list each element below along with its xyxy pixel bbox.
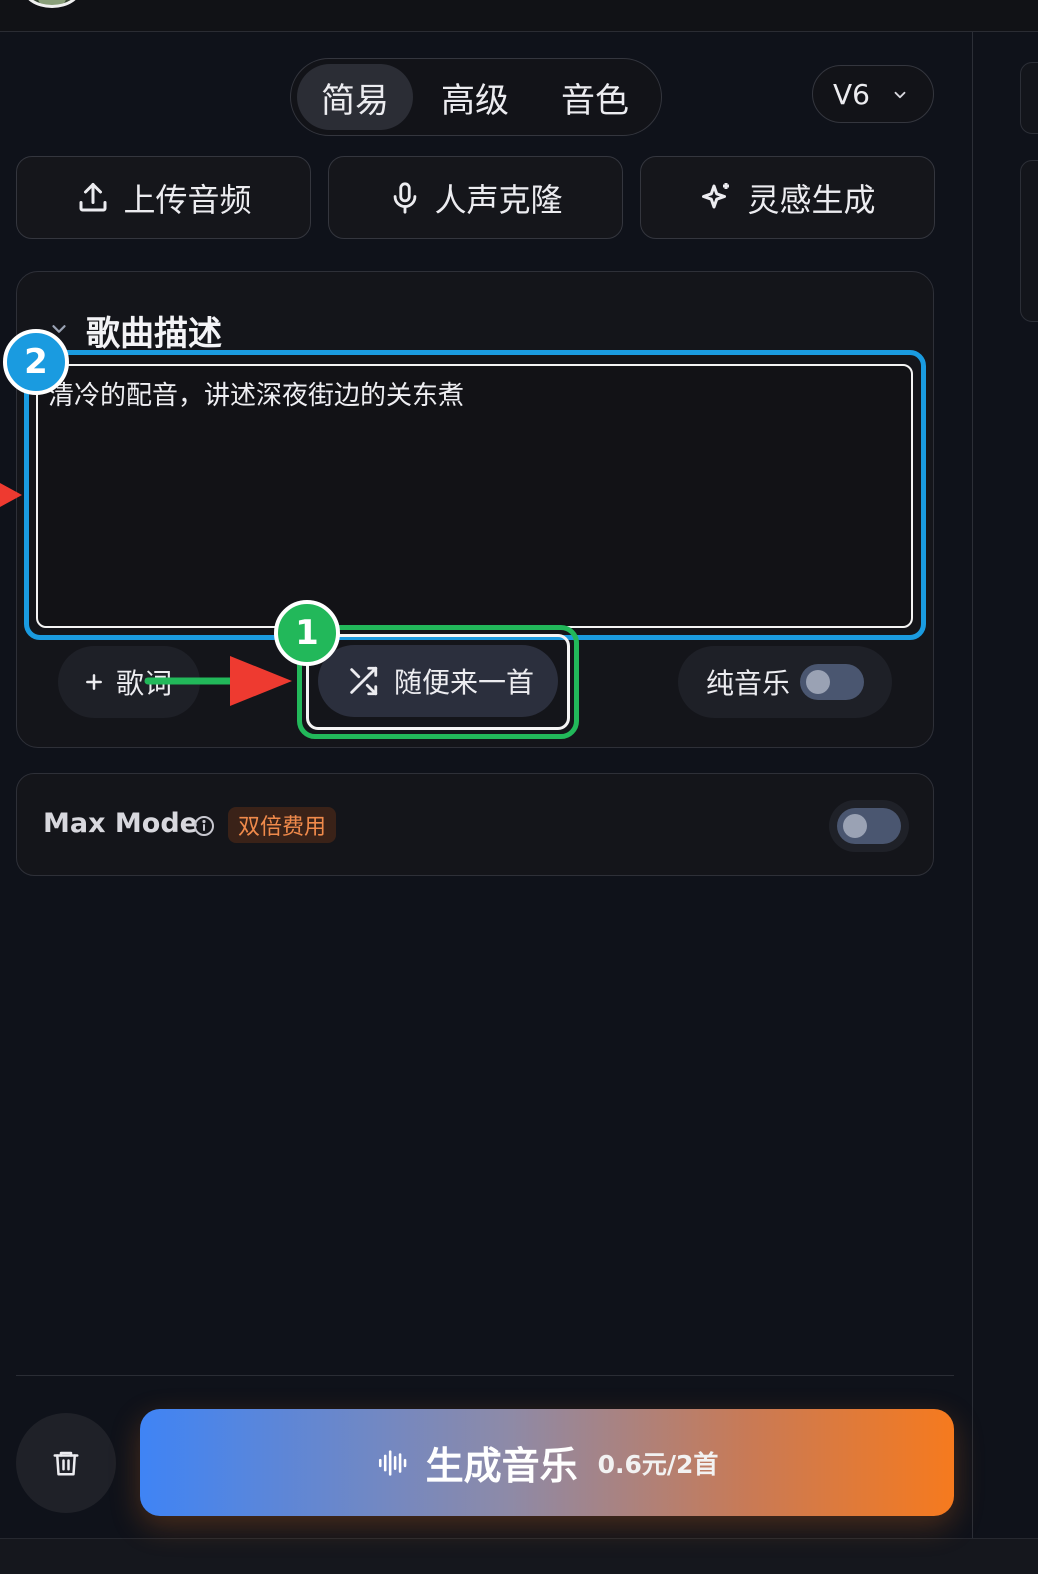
info-icon[interactable] [192,814,216,838]
upload-audio-button[interactable]: 上传音频 [16,156,311,239]
max-mode-toggle-wrap [829,800,909,852]
trash-icon [53,1451,79,1476]
shuffle-icon [350,666,378,696]
generate-music-label: 生成音乐 [425,1444,578,1488]
generate-price-label: 0.6元/2首 [597,1449,719,1479]
song-description-title: 歌曲描述 [86,314,222,354]
version-select[interactable]: V6 [812,65,934,123]
toggle-knob [843,814,867,838]
right-panel-card [1020,62,1038,134]
version-label: V6 [833,77,870,111]
bottom-strip [0,1538,1038,1574]
right-panel-card [1020,160,1038,322]
annotation-badge-1: 1 [274,600,340,666]
add-lyrics-button[interactable]: 歌词 [58,646,200,718]
waveform-icon [378,1449,406,1476]
double-cost-badge: 双倍费用 [228,807,337,843]
voice-clone-label: 人声克隆 [434,180,563,219]
inspiration-label: 灵感生成 [747,180,876,219]
toggle-knob [806,670,830,694]
bottom-divider [16,1375,954,1376]
generate-music-button[interactable]: 生成音乐 0.6元/2首 [140,1409,954,1516]
upload-audio-label: 上传音频 [123,180,252,219]
inspiration-button[interactable]: 灵感生成 [640,156,935,239]
max-mode-toggle[interactable] [837,808,901,844]
song-description-input[interactable]: 清冷的配音，讲述深夜街边的关东煮 [36,364,913,628]
sparkle-icon [702,182,730,208]
tab-advanced[interactable]: 高级 [417,64,533,130]
mode-tabs: 简易 高级 音色 [290,58,662,136]
annotation-badge-2: 2 [3,329,69,395]
add-lyrics-label: 歌词 [116,667,173,700]
pure-music-pill: 纯音乐 [678,646,892,718]
chevron-down-icon [894,91,906,99]
tab-timbre[interactable]: 音色 [537,64,653,130]
tab-simple[interactable]: 简易 [297,64,413,130]
panel-divider [972,32,973,1538]
pure-music-label: 纯音乐 [706,667,791,700]
clear-button[interactable] [16,1413,116,1513]
voice-clone-button[interactable]: 人声克隆 [328,156,623,239]
plus-icon [86,674,102,690]
pure-music-toggle[interactable] [800,664,864,700]
random-song-label: 随便来一首 [394,666,535,699]
max-mode-label: Max Mode [43,808,198,839]
top-bar [0,0,1038,32]
microphone-icon [394,181,417,214]
random-song-button[interactable]: 随便来一首 [318,645,558,717]
upload-icon [79,182,107,211]
